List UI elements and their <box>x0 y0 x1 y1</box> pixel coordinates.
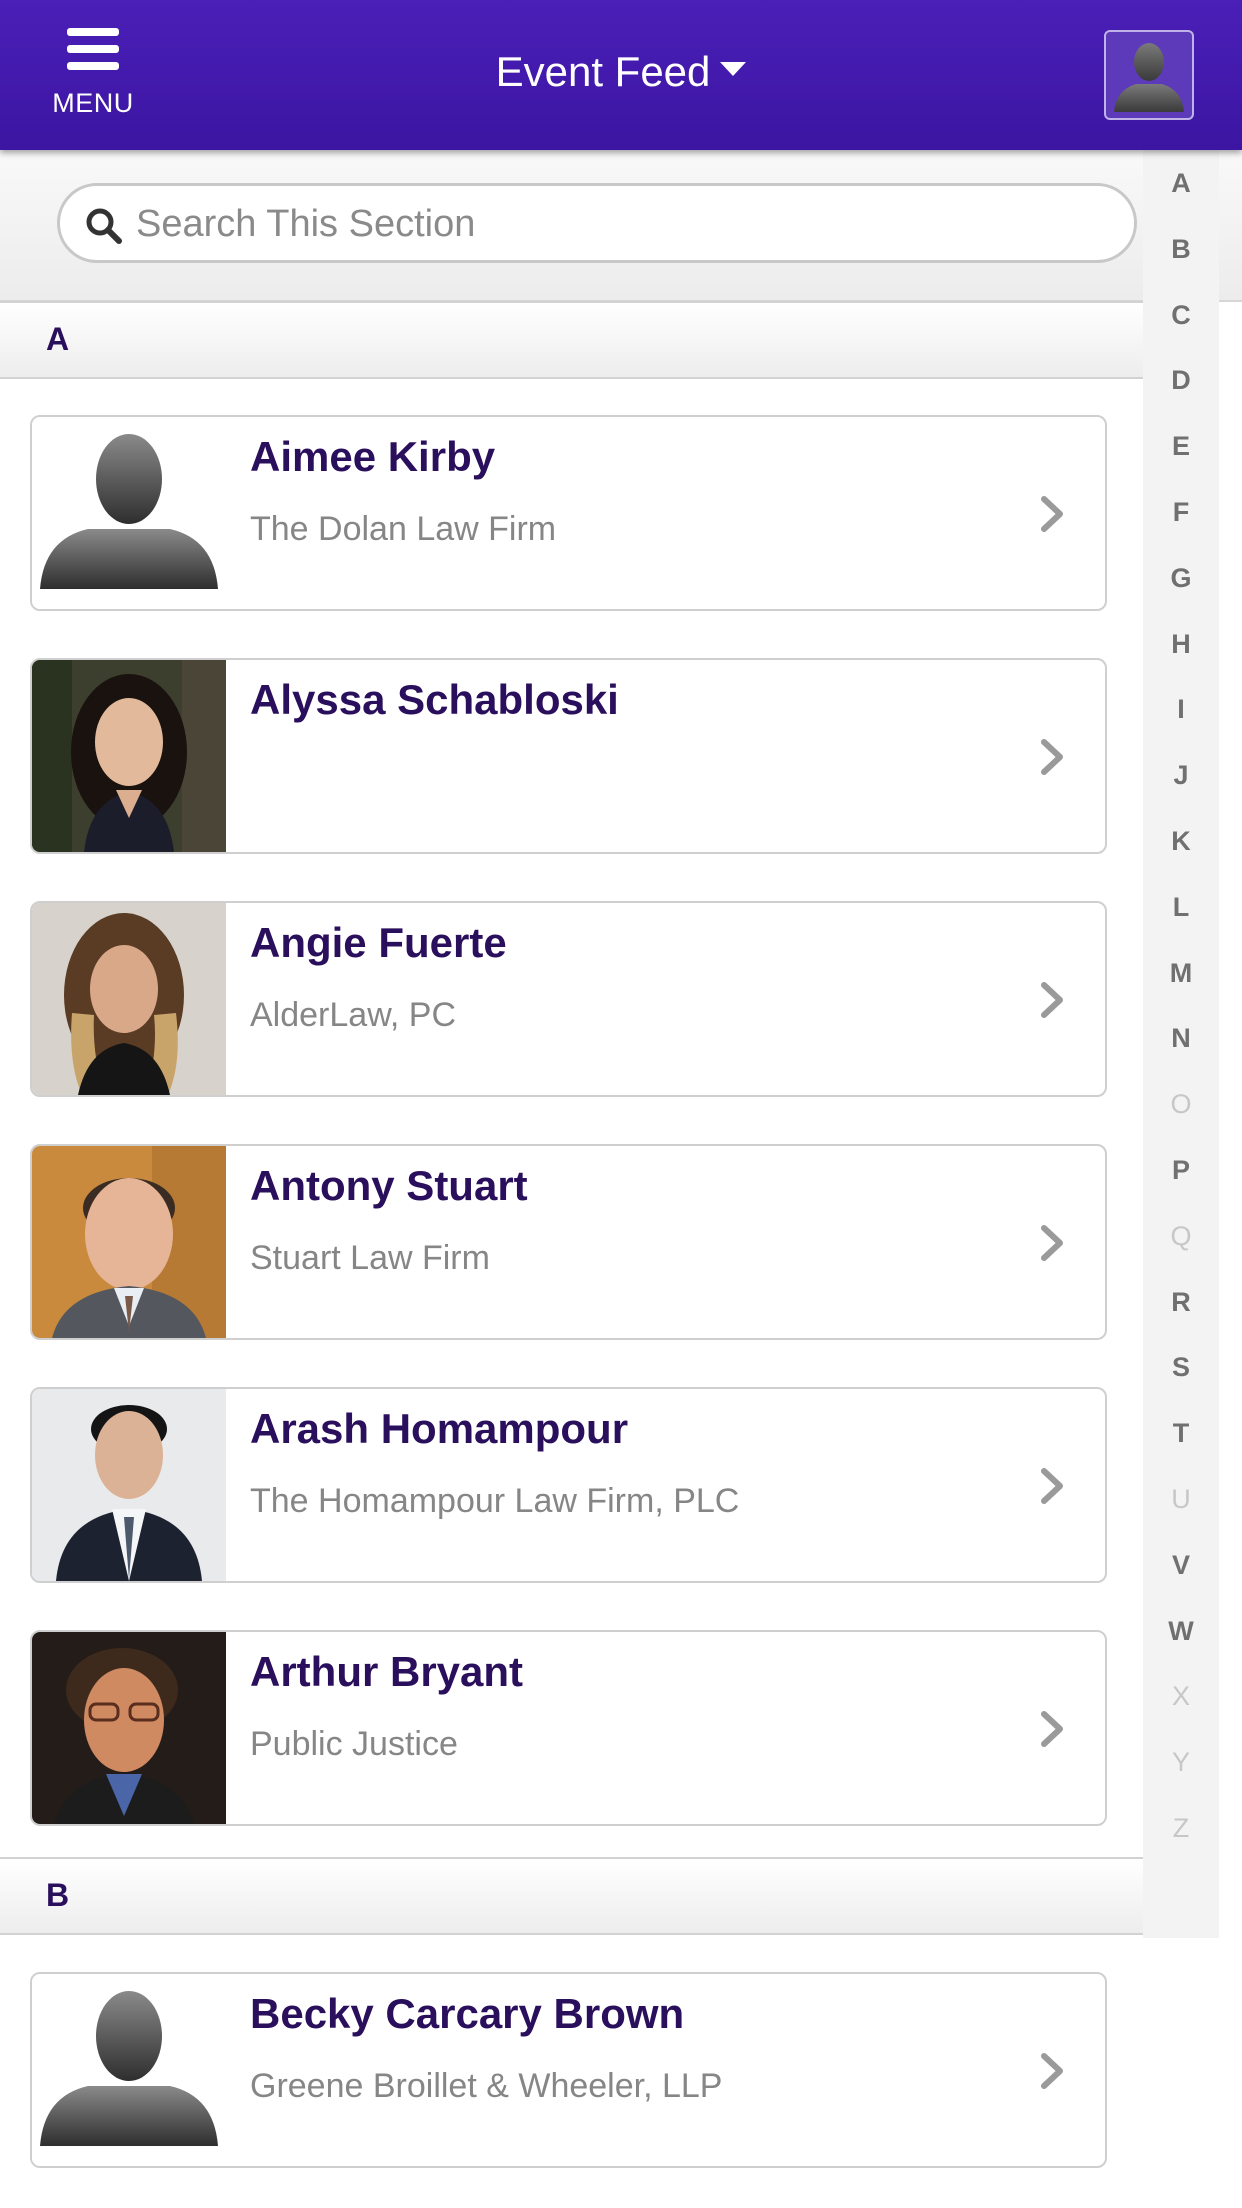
index-letter-b[interactable]: B <box>1143 234 1219 265</box>
index-letter-t[interactable]: T <box>1143 1418 1219 1449</box>
index-letter-k[interactable]: K <box>1143 826 1219 857</box>
person-firm: Stuart Law Firm <box>250 1239 490 1277</box>
avatar-photo <box>32 1146 226 1338</box>
index-letter-r[interactable]: R <box>1143 1287 1219 1318</box>
user-silhouette-icon <box>1114 43 1184 112</box>
index-letter-g[interactable]: G <box>1143 563 1219 594</box>
list-item-becky-carcary-brown[interactable]: Becky Carcary Brown Greene Broillet & Wh… <box>30 1972 1107 2168</box>
index-letter-v[interactable]: V <box>1143 1550 1219 1581</box>
search-icon <box>86 208 122 244</box>
avatar-photo <box>32 1632 226 1824</box>
person-name: Arash Homampour <box>250 1405 629 1452</box>
list-item-arthur-bryant[interactable]: Arthur Bryant Public Justice <box>30 1630 1107 1826</box>
index-letter-q[interactable]: Q <box>1143 1221 1219 1252</box>
profile-button[interactable] <box>1104 30 1194 120</box>
chevron-right-icon <box>1041 1711 1063 1747</box>
person-name: Aimee Kirby <box>250 433 496 480</box>
index-letter-d[interactable]: D <box>1143 365 1219 396</box>
chevron-right-icon <box>1041 982 1063 1018</box>
index-letter-a[interactable]: A <box>1143 168 1219 199</box>
chevron-right-icon <box>1041 496 1063 532</box>
index-letter-z[interactable]: Z <box>1143 1813 1219 1844</box>
alphabet-index[interactable]: A B C D E F G H I J K L M N O P Q R S T U V W X Y Z <box>1143 150 1219 1938</box>
person-firm: The Homampour Law Firm, PLC <box>250 1482 740 1520</box>
index-letter-f[interactable]: F <box>1143 497 1219 528</box>
page-title: Event Feed <box>495 48 711 95</box>
index-letter-c[interactable]: C <box>1143 300 1219 331</box>
page-title-dropdown[interactable]: Event Feed <box>0 48 1242 96</box>
index-letter-x[interactable]: X <box>1143 1681 1219 1712</box>
person-name: Arthur Bryant <box>250 1648 524 1695</box>
section-header-a: A <box>0 301 1143 379</box>
list-item-alyssa-schabloski[interactable]: Alyssa Schabloski <box>30 658 1107 854</box>
avatar-photo <box>32 1389 226 1581</box>
index-letter-o[interactable]: O <box>1143 1089 1219 1120</box>
avatar-photo <box>32 903 226 1095</box>
section-header-b: B <box>0 1857 1143 1935</box>
index-letter-j[interactable]: J <box>1143 760 1219 791</box>
person-name: Antony Stuart <box>250 1162 528 1209</box>
index-letter-m[interactable]: M <box>1143 958 1219 989</box>
caret-down-icon <box>720 61 747 76</box>
index-letter-e[interactable]: E <box>1143 431 1219 462</box>
index-letter-y[interactable]: Y <box>1143 1747 1219 1778</box>
chevron-right-icon <box>1041 739 1063 775</box>
avatar-photo <box>32 660 226 852</box>
list-item-angie-fuerte[interactable]: Angie Fuerte AlderLaw, PC <box>30 901 1107 1097</box>
index-letter-i[interactable]: I <box>1143 694 1219 725</box>
person-firm: Greene Broillet & Wheeler, LLP <box>250 2067 723 2105</box>
search-bar-area <box>0 150 1242 302</box>
chevron-right-icon <box>1041 1225 1063 1261</box>
person-firm: AlderLaw, PC <box>250 996 456 1034</box>
chevron-right-icon <box>1041 1468 1063 1504</box>
avatar-placeholder <box>32 1974 226 2166</box>
index-letter-w[interactable]: W <box>1143 1616 1219 1647</box>
index-letter-h[interactable]: H <box>1143 629 1219 660</box>
top-bar: MENU Event Feed <box>0 0 1242 150</box>
list-item-antony-stuart[interactable]: Antony Stuart Stuart Law Firm <box>30 1144 1107 1340</box>
list-item-arash-homampour[interactable]: Arash Homampour The Homampour Law Firm, … <box>30 1387 1107 1583</box>
avatar-placeholder <box>32 417 226 609</box>
person-firm: Public Justice <box>250 1725 458 1763</box>
search-field[interactable] <box>57 183 1137 263</box>
list-item-aimee-kirby[interactable]: Aimee Kirby The Dolan Law Firm <box>30 415 1107 611</box>
person-name: Becky Carcary Brown <box>250 1990 685 2037</box>
index-letter-n[interactable]: N <box>1143 1023 1219 1054</box>
person-firm: The Dolan Law Firm <box>250 510 557 548</box>
index-letter-p[interactable]: P <box>1143 1155 1219 1186</box>
index-letter-s[interactable]: S <box>1143 1352 1219 1383</box>
person-name: Angie Fuerte <box>250 919 507 966</box>
index-letter-l[interactable]: L <box>1143 892 1219 923</box>
person-name: Alyssa Schabloski <box>250 676 619 723</box>
search-input[interactable] <box>136 194 1116 254</box>
index-letter-u[interactable]: U <box>1143 1484 1219 1515</box>
chevron-right-icon <box>1041 2053 1063 2089</box>
